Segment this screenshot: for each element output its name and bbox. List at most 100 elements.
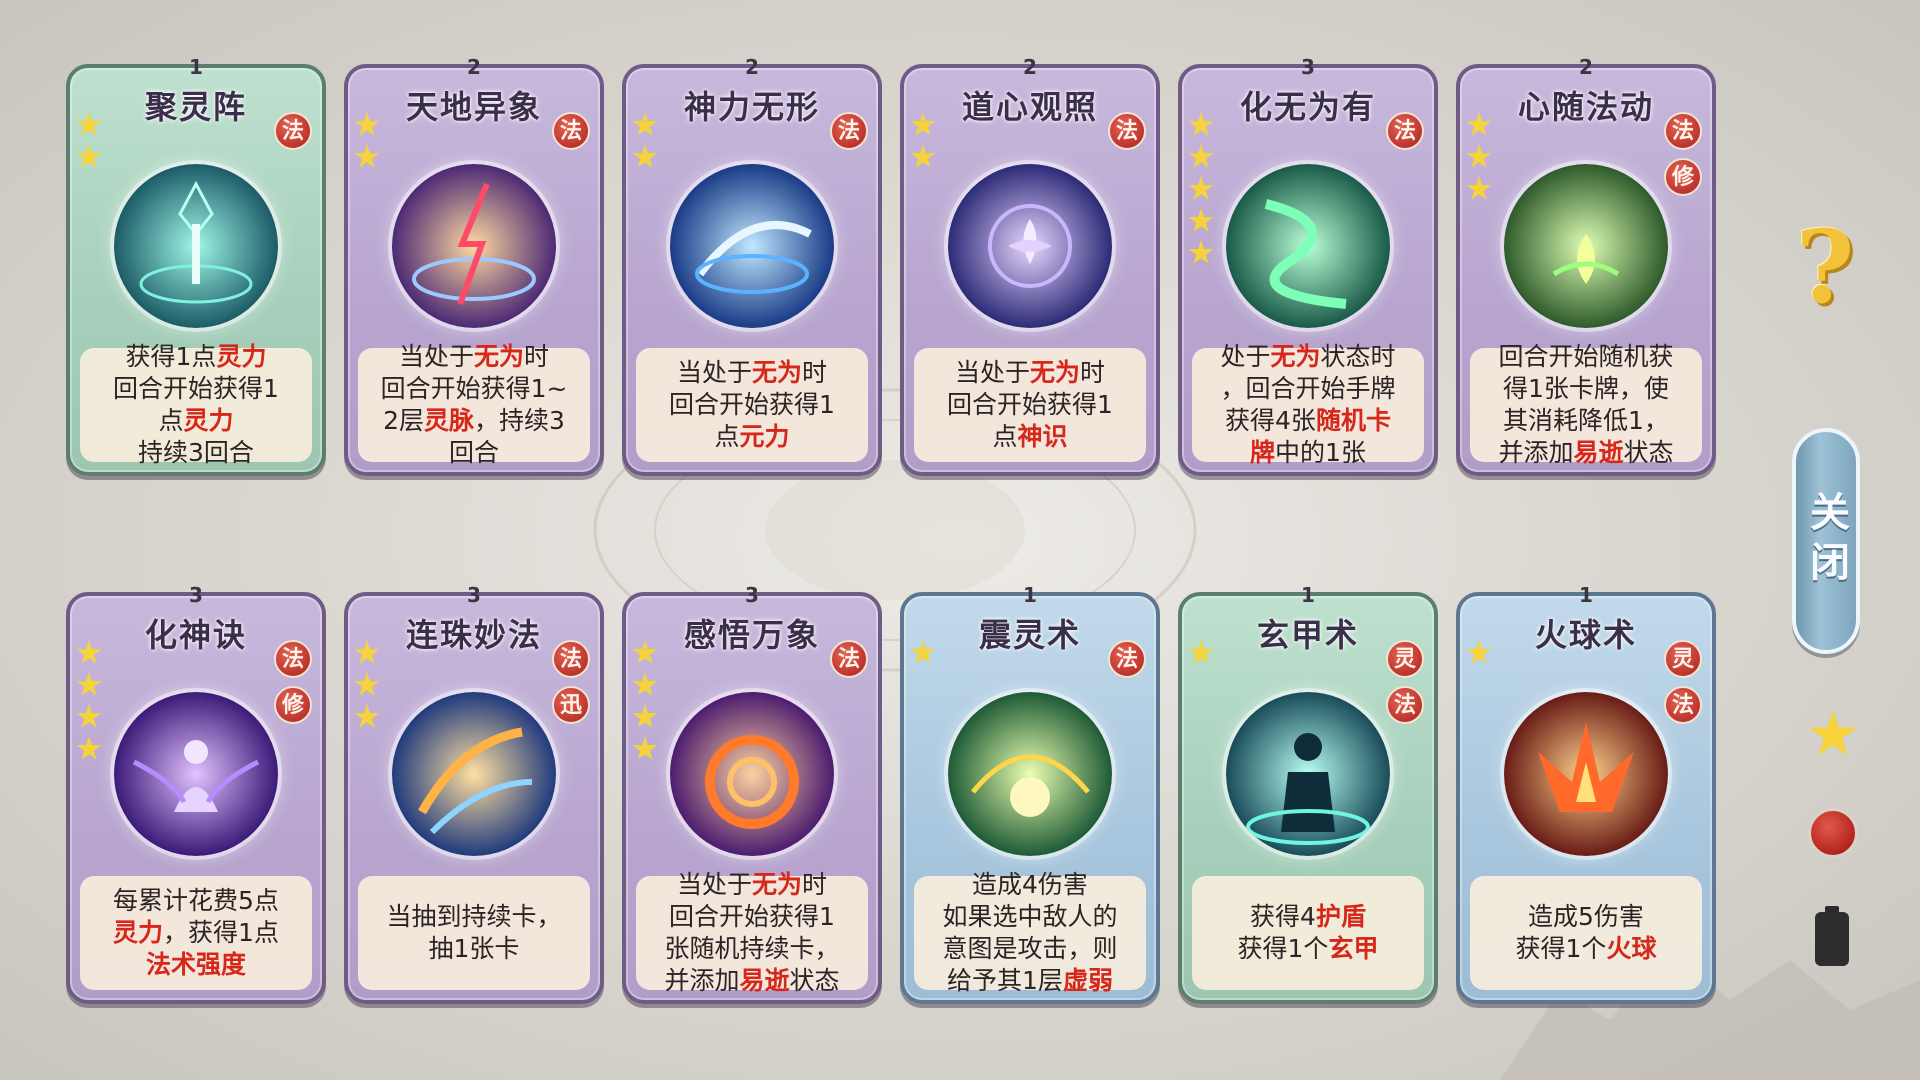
description-text: 当抽到持续卡，	[386, 902, 562, 931]
armored-figure-icon	[1226, 692, 1390, 856]
description-line: 造成4伤害	[942, 869, 1117, 901]
keyword-highlight: 易逝	[1573, 438, 1624, 467]
description-line: 抽1张卡	[386, 933, 561, 965]
card-cost: 2	[1579, 55, 1593, 79]
lightning-vortex-icon	[392, 164, 556, 328]
description-line: 牌中的1张	[1220, 437, 1395, 469]
keyword-highlight: 随机卡	[1315, 406, 1391, 435]
card-12[interactable]: 1 火球术灵法造成5伤害 获得1个火球	[1456, 583, 1716, 1004]
green-orb-icon	[948, 692, 1112, 856]
close-button[interactable]: 关闭	[1792, 428, 1860, 654]
card-description-box: 回合开始随机获 得1张卡牌，使 其消耗降低1， 并添加易逝状态	[1470, 342, 1702, 467]
keyword-highlight: 无为	[1270, 342, 1321, 371]
star-icon	[1466, 112, 1492, 136]
card-description-box: 处于无为状态时 ，回合开始手牌 获得4张随机卡 牌中的1张	[1192, 342, 1424, 467]
description-text: 给予其1层	[947, 966, 1063, 995]
description-text: 点	[158, 406, 184, 435]
card-description: 当处于无为时 回合开始获得1 张随机持续卡， 并添加易逝状态	[656, 869, 847, 997]
card-11[interactable]: 1 玄甲术灵法获得4护盾 获得1个玄甲	[1178, 583, 1438, 1004]
star-icon	[632, 112, 658, 136]
card-tag-badge: 法	[830, 112, 868, 150]
battery-filter-icon[interactable]	[1815, 906, 1849, 966]
red-dot-filter-icon[interactable]	[1808, 808, 1858, 858]
star-icon	[1188, 112, 1214, 136]
description-text: 回合开始获得1	[669, 390, 835, 419]
card-5[interactable]: 3 化无为有法处于无为状态时 ，回合开始手牌 获得4张随机卡 牌中的1张	[1178, 55, 1438, 476]
card-4[interactable]: 2 道心观照法当处于无为时 回合开始获得1 点神识	[900, 55, 1160, 476]
description-line: 给予其1层虚弱	[942, 965, 1117, 997]
card-tag-badge: 法	[1386, 112, 1424, 150]
card-tag-badge: 法	[1108, 112, 1146, 150]
description-text: 持续3回合	[138, 438, 254, 467]
card-description-box: 获得4护盾 获得1个玄甲	[1192, 876, 1424, 990]
card-10[interactable]: 1 震灵术法造成4伤害 如果选中敌人的 意图是攻击，则 给予其1层虚弱	[900, 583, 1160, 1004]
star-icon	[76, 704, 102, 728]
description-line: 造成5伤害	[1516, 901, 1657, 933]
description-text: 每累计花费5点	[113, 886, 279, 915]
card-7[interactable]: 3 化神诀法修每累计花费5点 灵力，获得1点 法术强度	[66, 583, 326, 1004]
card-rarity-stars	[354, 640, 384, 736]
card-description: 造成5伤害 获得1个火球	[1508, 901, 1665, 965]
star-icon	[76, 144, 102, 168]
keyword-highlight: 法术强度	[145, 950, 246, 979]
description-text: 时	[802, 358, 828, 387]
star-icon	[354, 640, 380, 664]
description-line: 当处于无为时	[381, 341, 568, 373]
card-rarity-stars	[354, 112, 384, 176]
keyword-highlight: 易逝	[739, 966, 790, 995]
description-text: 获得1点	[125, 342, 217, 371]
card-rarity-stars	[76, 640, 106, 768]
description-text: 回合开始获得1	[947, 390, 1113, 419]
description-line: 2层灵脉，持续3	[381, 405, 568, 437]
teal-array-icon	[114, 164, 278, 328]
green-spiral-icon	[1226, 164, 1390, 328]
card-3[interactable]: 2 神力无形法当处于无为时 回合开始获得1 点元力	[622, 55, 882, 476]
description-line: 点元力	[669, 421, 835, 453]
star-icon	[910, 640, 936, 664]
star-icon	[1466, 144, 1492, 168]
card-tags: 法修	[274, 640, 314, 732]
description-text: 获得4	[1250, 902, 1316, 931]
keyword-highlight: 牌	[1250, 438, 1276, 467]
star-icon	[1188, 640, 1214, 664]
description-text: 得1张卡牌，使	[1503, 374, 1669, 403]
description-line: 回合	[381, 437, 568, 469]
card-tags: 法	[830, 640, 870, 686]
card-description: 获得1点灵力 回合开始获得1 点灵力 持续3回合	[105, 341, 287, 469]
card-tags: 灵法	[1386, 640, 1426, 732]
description-line: 获得4张随机卡	[1220, 405, 1395, 437]
card-description-box: 当处于无为时 回合开始获得1 张随机持续卡， 并添加易逝状态	[636, 870, 868, 995]
card-cost: 1	[1023, 583, 1037, 607]
card-8[interactable]: 3 连珠妙法法迅当抽到持续卡， 抽1张卡	[344, 583, 604, 1004]
description-line: 回合开始随机获	[1498, 341, 1673, 373]
card-tag-badge: 法	[552, 640, 590, 678]
description-line: 如果选中敌人的	[942, 901, 1117, 933]
star-icon	[1188, 240, 1214, 264]
card-cost: 1	[1579, 583, 1593, 607]
description-text: 如果选中敌人的	[942, 902, 1118, 931]
card-rarity-stars	[76, 112, 106, 176]
card-tags: 法	[1108, 112, 1148, 158]
keyword-highlight: 元力	[739, 422, 790, 451]
card-1[interactable]: 1 聚灵阵法获得1点灵力 回合开始获得1 点灵力 持续3回合	[66, 55, 326, 476]
card-description-box: 获得1点灵力 回合开始获得1 点灵力 持续3回合	[80, 342, 312, 467]
card-description-box: 每累计花费5点 灵力，获得1点 法术强度	[80, 876, 312, 990]
card-description-box: 造成4伤害 如果选中敌人的 意图是攻击，则 给予其1层虚弱	[914, 870, 1146, 995]
card-tag-badge: 法	[1386, 686, 1424, 724]
card-9[interactable]: 3 感悟万象法当处于无为时 回合开始获得1 张随机持续卡， 并添加易逝状态	[622, 583, 882, 1004]
star-filter-icon[interactable]	[1809, 710, 1857, 756]
star-icon	[632, 640, 658, 664]
description-text: 意图是攻击，则	[942, 934, 1118, 963]
card-tag-badge: 修	[1664, 158, 1702, 196]
card-cost: 3	[189, 583, 203, 607]
question-icon: ?	[1795, 208, 1855, 326]
description-line: 点灵力	[113, 405, 279, 437]
card-cost: 3	[745, 583, 759, 607]
help-button[interactable]: ?	[1790, 212, 1860, 322]
card-description-box: 当处于无为时 回合开始获得1 点元力	[636, 348, 868, 462]
card-2[interactable]: 2 天地异象法当处于无为时 回合开始获得1~ 2层灵脉，持续3 回合	[344, 55, 604, 476]
card-6[interactable]: 2 心随法动法修回合开始随机获 得1张卡牌，使 其消耗降低1， 并添加易逝状态	[1456, 55, 1716, 476]
card-description: 每累计花费5点 灵力，获得1点 法术强度	[105, 885, 287, 981]
description-line: 回合开始获得1	[664, 901, 839, 933]
description-line: 并添加易逝状态	[1498, 437, 1673, 469]
